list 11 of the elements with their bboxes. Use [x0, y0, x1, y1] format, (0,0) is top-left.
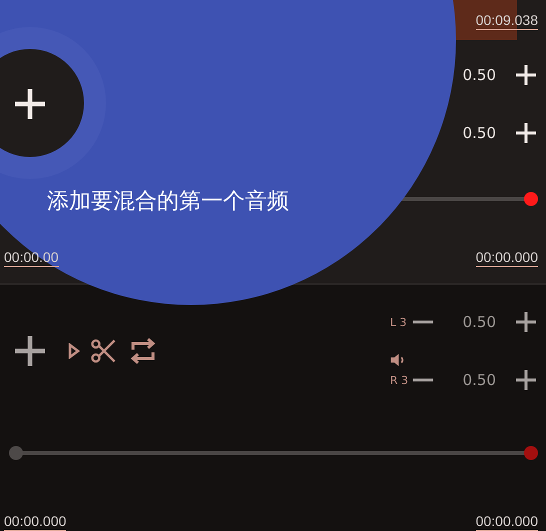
volume-value: 0.50: [462, 124, 497, 142]
volume-value: 0.50: [462, 313, 497, 331]
volume-value: 0.50: [462, 66, 497, 84]
end-time: 00:09.038: [476, 12, 538, 30]
channel-label: R 3: [390, 374, 408, 386]
tutorial-hint: 添加要混合的第一个音频: [47, 188, 289, 216]
channel-label: L 3: [390, 316, 407, 328]
range-end-time: 00:00.000: [476, 249, 538, 267]
volume-value: 0.50: [462, 371, 497, 389]
range-start-time: 00:00.000: [4, 513, 66, 531]
range-end-time: 00:00.000: [476, 513, 538, 531]
